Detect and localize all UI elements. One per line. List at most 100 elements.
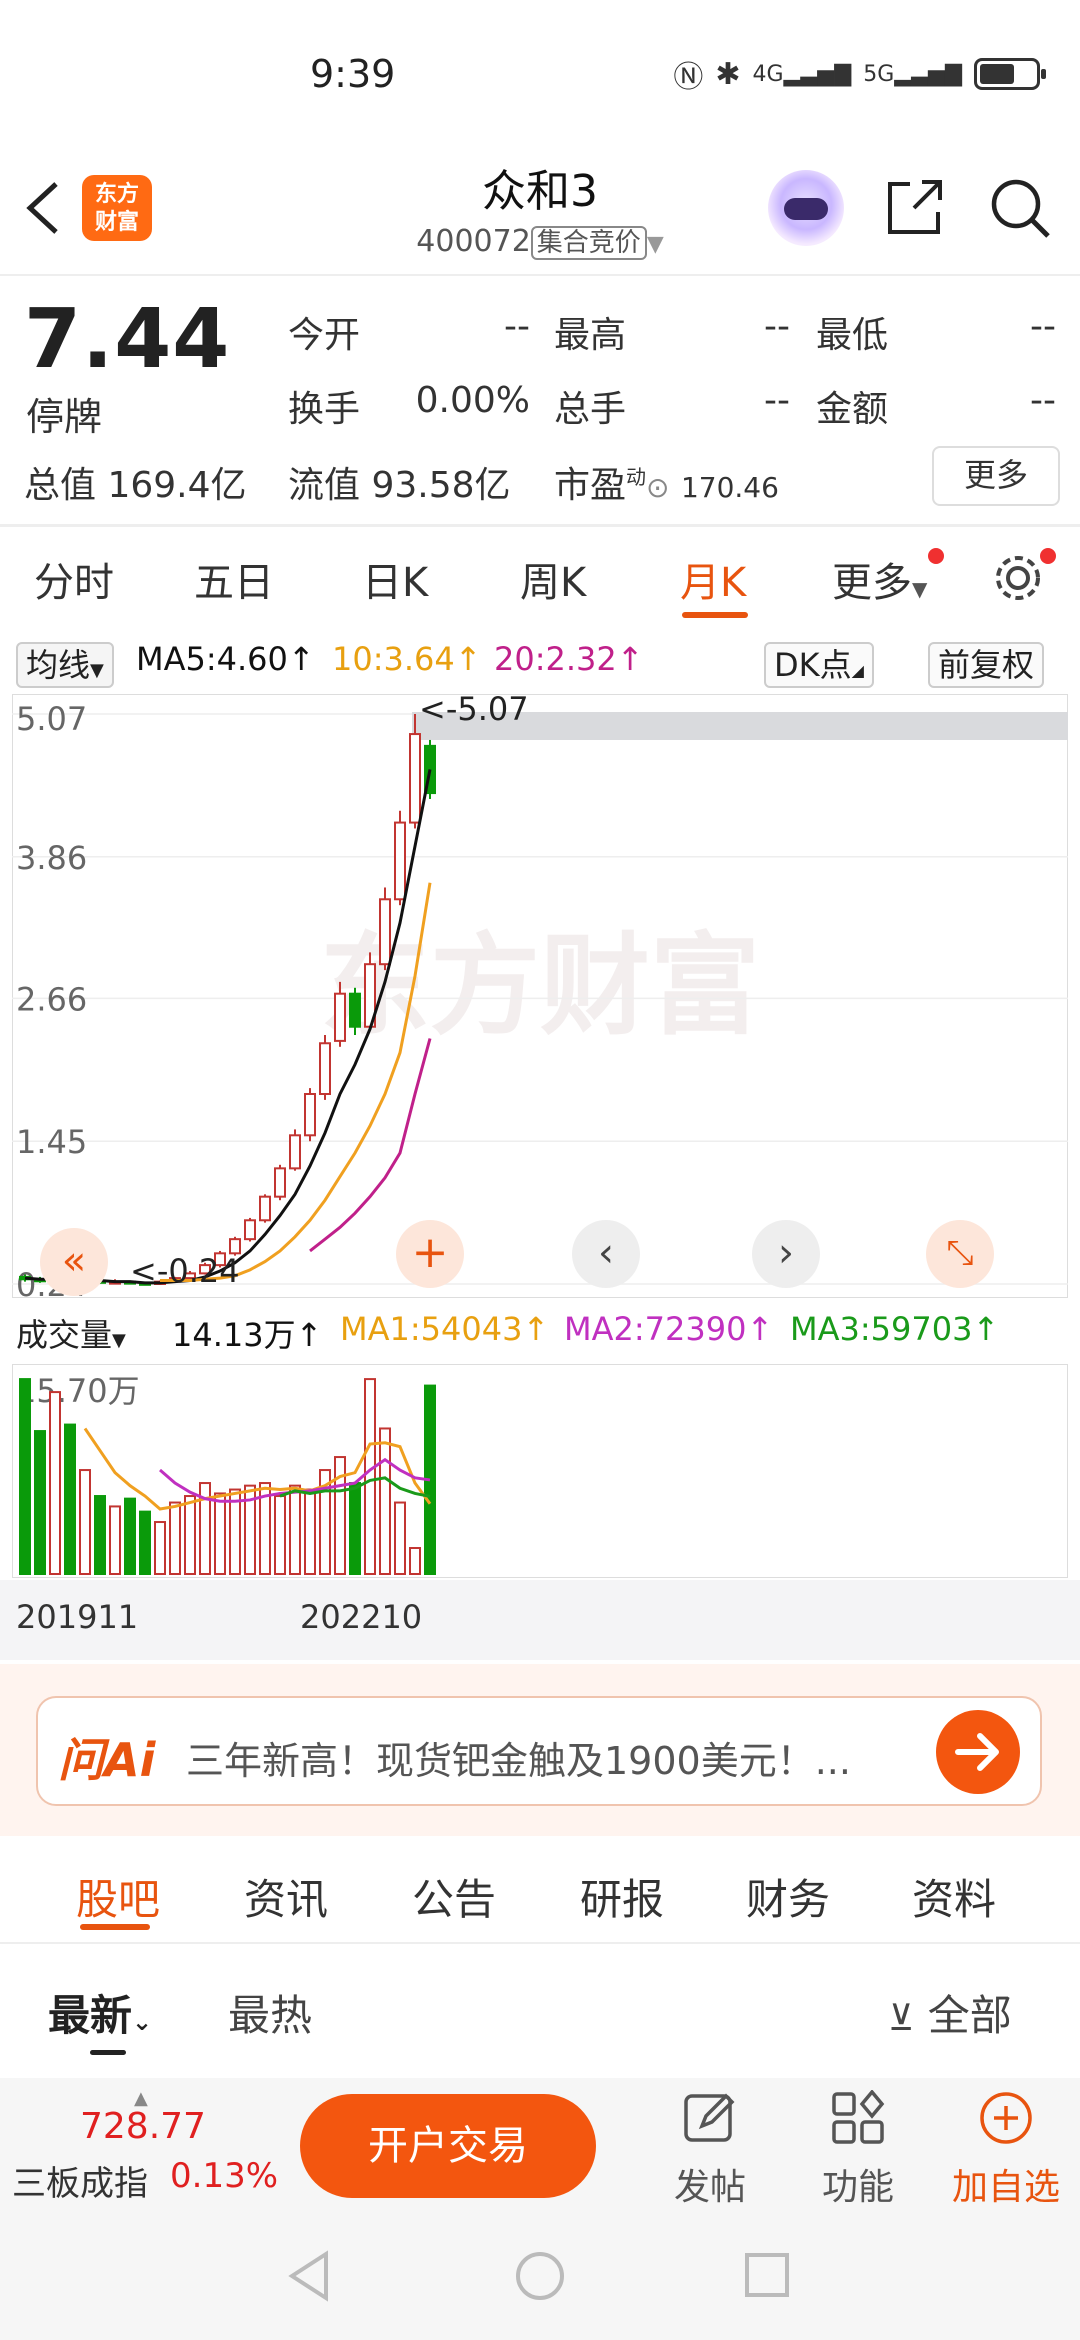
auction-badge: 集合竞价 [530, 226, 647, 260]
candlestick-chart[interactable]: 东方财富5.073.862.661.450.24<-5.07<-0.24 [12, 694, 1068, 1298]
candle-body [349, 992, 361, 1028]
caret-down-icon: ▼ [646, 232, 664, 257]
ai-headline[interactable]: 三年新高！现货钯金触及1900美元！... [186, 1730, 906, 1785]
ma20-value: 20:2.32↑ [494, 640, 644, 678]
divider [0, 1942, 1080, 1944]
volume-current: 14.13万↑ [172, 1316, 323, 1354]
volume-bar [34, 1430, 46, 1575]
volume-label: 总手 [554, 389, 627, 430]
zoom-in-button[interactable]: + [396, 1220, 464, 1288]
tab-more[interactable]: 更多▼ [832, 550, 927, 608]
dk-point-button[interactable]: DK点◢ [764, 640, 874, 688]
index-value[interactable]: 728.77 [80, 2106, 206, 2147]
active-tab-indicator [80, 1924, 150, 1930]
search-icon[interactable] [988, 176, 1052, 240]
nav-recents-icon[interactable] [744, 2252, 790, 2298]
fullscreen-icon[interactable]: ⤡ [926, 1220, 994, 1288]
settings-gear-icon[interactable] [990, 550, 1046, 606]
x-label-start: 201911 [16, 1598, 139, 1636]
y-tick-label: 5.07 [16, 700, 87, 738]
vol-ma1: MA1:54043↑ [340, 1310, 550, 1348]
tab-five-day[interactable]: 五日 [194, 550, 274, 608]
info-dots-icon[interactable]: ⊙ [646, 471, 669, 504]
index-name[interactable]: 三板成指 [12, 2156, 148, 2205]
volume-bar [109, 1505, 121, 1575]
add-watchlist-icon[interactable] [978, 2090, 1034, 2146]
filter-all[interactable]: ⊻ 全部 [888, 1982, 1012, 2043]
sort-latest[interactable]: 最新⌄ [48, 1982, 152, 2043]
volume-bar [394, 1501, 406, 1575]
ma10-value: 10:3.64↑ [332, 640, 482, 678]
tab-intraday[interactable]: 分时 [34, 550, 114, 608]
prev-button[interactable]: ‹ [572, 1220, 640, 1288]
volume-bar [274, 1495, 286, 1576]
tab-news[interactable]: 资讯 [244, 1866, 328, 1927]
bluetooth-icon: ✱ [715, 56, 741, 92]
candle-body [289, 1134, 301, 1170]
nav-home-icon[interactable] [514, 2250, 566, 2302]
ai-brand: 问Ai [58, 1733, 156, 1787]
max-price-label: <-5.07 [419, 694, 529, 728]
open-value: -- [504, 306, 530, 347]
pe-ratio: 市盈动⊙ 170.46 [554, 465, 779, 506]
tab-forum[interactable]: 股吧 [76, 1866, 160, 1927]
tab-weekly-k[interactable]: 周K [520, 550, 586, 608]
date-axis [0, 1580, 1080, 1660]
post-label[interactable]: 发帖 [650, 2158, 770, 2210]
notification-dot [928, 548, 944, 564]
index-change: 0.13% [170, 2156, 279, 2196]
volume-bar [379, 1427, 391, 1575]
rewind-button[interactable]: « [40, 1228, 108, 1296]
vol-ma3: MA3:59703↑ [790, 1310, 1000, 1348]
volume-bar [169, 1501, 181, 1575]
y-tick-label: 2.66 [16, 980, 87, 1018]
tab-daily-k[interactable]: 日K [362, 550, 428, 608]
price-adjust-button[interactable]: 前复权 [928, 640, 1045, 688]
go-arrow-button[interactable] [936, 1710, 1020, 1794]
volume-bar [349, 1482, 361, 1575]
tab-announcement[interactable]: 公告 [412, 1866, 496, 1927]
trading-status: 停牌 [26, 395, 103, 439]
sort-indicator [90, 2050, 126, 2055]
volume-bar [64, 1423, 76, 1576]
nfc-icon: Ⓝ [673, 60, 704, 95]
volume-selector[interactable]: 成交量▼ [16, 1310, 126, 1356]
low-value: -- [1030, 306, 1056, 347]
volume-value: -- [764, 380, 790, 421]
float-mv: 流值 93.58亿 [288, 465, 511, 506]
volume-bar [304, 1488, 316, 1575]
tab-research[interactable]: 研报 [580, 1866, 664, 1927]
post-edit-icon[interactable] [682, 2090, 738, 2146]
function-grid-icon[interactable] [830, 2090, 886, 2146]
add-watchlist-label[interactable]: 加自选 [946, 2158, 1066, 2210]
candle-body [409, 733, 421, 824]
candle-body [319, 1042, 331, 1096]
volume-bar [124, 1497, 136, 1576]
last-price: 7.44 [24, 292, 231, 387]
open-account-trade-button[interactable]: 开户交易 [300, 2094, 596, 2198]
filter-icon: ⊻ [888, 1998, 915, 2039]
volume-chart[interactable]: 15.70万 [12, 1364, 1068, 1578]
ma-selector[interactable]: 均线▼ [16, 640, 114, 688]
divider [0, 274, 1080, 276]
function-label[interactable]: 功能 [798, 2158, 918, 2210]
nav-back-icon[interactable] [286, 2250, 332, 2302]
high-value: -- [764, 306, 790, 347]
low-label: 最低 [816, 315, 889, 356]
notification-dot [1040, 548, 1056, 564]
tab-finance[interactable]: 财务 [746, 1866, 830, 1927]
candle-body [304, 1093, 316, 1137]
share-icon[interactable] [884, 176, 946, 238]
arrow-right-icon [955, 1733, 999, 1771]
more-quote-button[interactable]: 更多 [932, 446, 1060, 506]
volume-bar [49, 1391, 61, 1575]
y-tick-label: 1.45 [16, 1123, 87, 1161]
volume-bar [19, 1378, 31, 1576]
sort-hot[interactable]: 最热 [228, 1982, 312, 2043]
tab-profile[interactable]: 资料 [912, 1866, 996, 1927]
candle-body [334, 992, 346, 1042]
ai-robot-avatar[interactable] [768, 170, 844, 246]
active-tab-indicator [682, 612, 748, 618]
tab-monthly-k[interactable]: 月K [680, 550, 746, 608]
next-button[interactable]: › [752, 1220, 820, 1288]
